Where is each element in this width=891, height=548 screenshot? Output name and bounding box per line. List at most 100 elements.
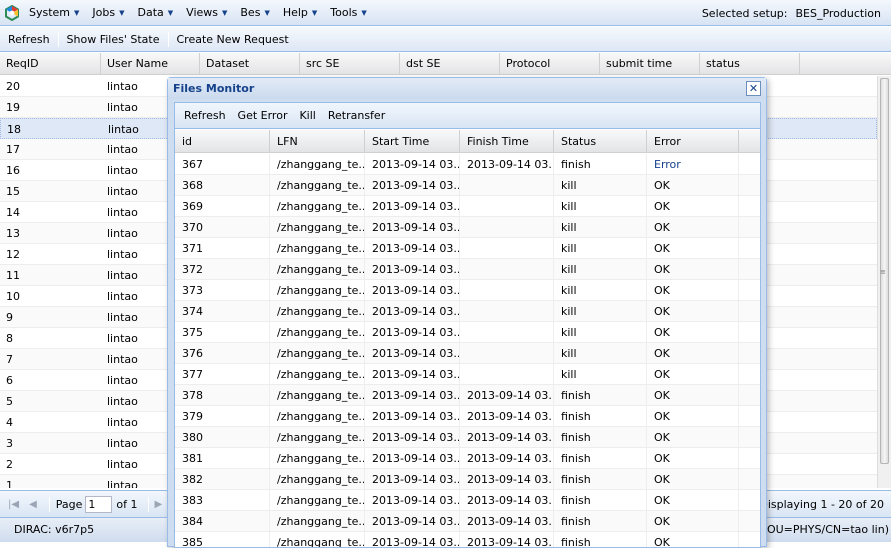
cell-finish-time: [460, 217, 554, 238]
toolbar-separator: [57, 31, 59, 47]
table-row[interactable]: 384/zhanggang_te... 2013-09-14 03... 2013-…: [175, 511, 760, 532]
menu-label: Data: [137, 6, 164, 19]
cell-lfn: /zhanggang_te...: [270, 448, 365, 469]
column-header-finish-time[interactable]: Finish Time: [460, 130, 554, 153]
menu-system[interactable]: System ▼: [29, 6, 79, 19]
menu-tools[interactable]: Tools ▼: [330, 6, 367, 19]
cell-start-time: 2013-09-14 03...: [365, 322, 460, 343]
page-number-input[interactable]: [85, 496, 113, 513]
cell-lfn: /zhanggang_te...: [270, 532, 365, 547]
table-row[interactable]: 385/zhanggang_te... 2013-09-14 03... 2013-…: [175, 532, 760, 547]
column-header-start-time[interactable]: Start Time: [365, 130, 460, 153]
cell-id: 384: [175, 511, 270, 532]
setup-label: Selected setup:: [701, 6, 788, 20]
grid-scrollbar[interactable]: ≡: [877, 76, 891, 488]
column-header-dst-se[interactable]: dst SE: [400, 53, 500, 75]
table-row[interactable]: 377/zhanggang_te... 2013-09-14 03... kill O…: [175, 364, 760, 385]
column-header-status[interactable]: status: [700, 53, 800, 75]
get-error-button[interactable]: Get Error: [232, 109, 294, 122]
dirac-logo-icon[interactable]: [4, 4, 20, 21]
column-header-submit-time[interactable]: submit time: [600, 53, 700, 75]
column-header-reqid[interactable]: ReqID: [0, 53, 101, 75]
triangle-down-icon: ▼: [167, 8, 174, 17]
column-header-lfn[interactable]: LFN: [270, 130, 365, 153]
cell-lfn: /zhanggang_te...: [270, 385, 365, 406]
files-monitor-toolbar: Refresh Get Error Kill Retransfer: [175, 103, 760, 129]
cell-status: kill: [554, 343, 647, 364]
cell-reqid: 11: [6, 269, 20, 282]
table-row[interactable]: 379/zhanggang_te... 2013-09-14 03... 2013-…: [175, 406, 760, 427]
column-header-src-se[interactable]: src SE: [300, 53, 400, 75]
table-row[interactable]: 381/zhanggang_te... 2013-09-14 03... 2013-…: [175, 448, 760, 469]
menu-label: Tools: [330, 6, 358, 19]
files-monitor-panel: Refresh Get Error Kill Retransfer id LFN…: [174, 102, 761, 548]
column-header-user-name[interactable]: User Name: [101, 53, 200, 75]
cell-lfn: /zhanggang_te...: [270, 238, 365, 259]
table-row[interactable]: 368/zhanggang_te... 2013-09-14 03... kill O…: [175, 175, 760, 196]
cell-status: kill: [554, 196, 647, 217]
cell-id: 373: [175, 280, 270, 301]
setup-selector[interactable]: BES_Production: [795, 7, 881, 20]
files-grid-header: id LFN Start Time Finish Time Status Err…: [175, 130, 760, 153]
refresh-button[interactable]: Refresh: [2, 33, 56, 46]
cell-id: 367: [175, 154, 270, 175]
table-row[interactable]: 374/zhanggang_te... 2013-09-14 03... kill O…: [175, 301, 760, 322]
cell-error: OK: [647, 217, 739, 238]
column-header-error[interactable]: Error: [647, 130, 739, 153]
next-page-icon[interactable]: ▶: [155, 499, 163, 510]
kill-button[interactable]: Kill: [293, 109, 321, 122]
create-new-request-button[interactable]: Create New Request: [171, 33, 295, 46]
column-header-dataset[interactable]: Dataset: [200, 53, 300, 75]
table-row[interactable]: 370/zhanggang_te... 2013-09-14 03... kill O…: [175, 217, 760, 238]
cell-id: 379: [175, 406, 270, 427]
window-title[interactable]: Files Monitor: [168, 78, 766, 99]
triangle-down-icon: ▼: [119, 8, 125, 17]
cell-lfn: /zhanggang_te...: [270, 343, 365, 364]
first-page-icon[interactable]: |◀: [8, 499, 19, 510]
table-row[interactable]: 378/zhanggang_te... 2013-09-14 03... 2013-…: [175, 385, 760, 406]
cell-finish-time: [460, 175, 554, 196]
show-files-state-button[interactable]: Show Files' State: [61, 33, 166, 46]
column-header-protocol[interactable]: Protocol: [500, 53, 600, 75]
column-header-id[interactable]: id: [175, 130, 270, 153]
column-header-status[interactable]: Status: [554, 130, 647, 153]
menu-bes[interactable]: Bes ▼: [240, 6, 269, 19]
table-row[interactable]: 372/zhanggang_te... 2013-09-14 03... kill O…: [175, 259, 760, 280]
prev-page-icon[interactable]: ◀: [29, 499, 37, 510]
table-row[interactable]: 383/zhanggang_te... 2013-09-14 03... 2013-…: [175, 490, 760, 511]
table-row[interactable]: 371/zhanggang_te... 2013-09-14 03... kill O…: [175, 238, 760, 259]
table-row[interactable]: 376/zhanggang_te... 2013-09-14 03... kill O…: [175, 343, 760, 364]
cell-finish-time: 2013-09-14 03...: [460, 511, 554, 532]
cell-status: finish: [554, 490, 647, 511]
table-row[interactable]: 369/zhanggang_te... 2013-09-14 03... kill O…: [175, 196, 760, 217]
cell-lfn: /zhanggang_te...: [270, 490, 365, 511]
cell-id: 376: [175, 343, 270, 364]
cell-finish-time: 2013-09-14 03...: [460, 469, 554, 490]
table-row[interactable]: 373/zhanggang_te... 2013-09-14 03... kill O…: [175, 280, 760, 301]
cell-error: OK: [647, 238, 739, 259]
menu-views[interactable]: Views ▼: [186, 6, 227, 19]
menu-data[interactable]: Data ▼: [138, 6, 174, 19]
cell-start-time: 2013-09-14 03...: [365, 343, 460, 364]
table-row[interactable]: 380/zhanggang_te... 2013-09-14 03... 2013-…: [175, 427, 760, 448]
table-row[interactable]: 382/zhanggang_te... 2013-09-14 03... 2013-…: [175, 469, 760, 490]
cell-id: 372: [175, 259, 270, 280]
cell-start-time: 2013-09-14 03...: [365, 511, 460, 532]
cell-lfn: /zhanggang_te...: [270, 511, 365, 532]
cell-reqid: 3: [6, 437, 13, 450]
menu-jobs[interactable]: Jobs ▼: [92, 6, 124, 19]
cell-status: finish: [554, 385, 647, 406]
cell-start-time: 2013-09-14 03...: [365, 259, 460, 280]
error-link[interactable]: Error: [647, 154, 739, 175]
retransfer-button[interactable]: Retransfer: [322, 109, 391, 122]
cell-id: 374: [175, 301, 270, 322]
fm-refresh-button[interactable]: Refresh: [178, 109, 232, 122]
cell-finish-time: 2013-09-14 03...: [460, 490, 554, 511]
cell-id: 370: [175, 217, 270, 238]
menu-help[interactable]: Help ▼: [283, 6, 317, 19]
table-row[interactable]: 375/zhanggang_te... 2013-09-14 03... kill O…: [175, 322, 760, 343]
menu-label: Help: [282, 6, 308, 19]
table-row[interactable]: 367/zhanggang_te... 2013-09-14 03... 2013-…: [175, 154, 760, 175]
close-icon[interactable]: ✕: [746, 81, 761, 96]
cell-reqid: 15: [6, 185, 20, 198]
